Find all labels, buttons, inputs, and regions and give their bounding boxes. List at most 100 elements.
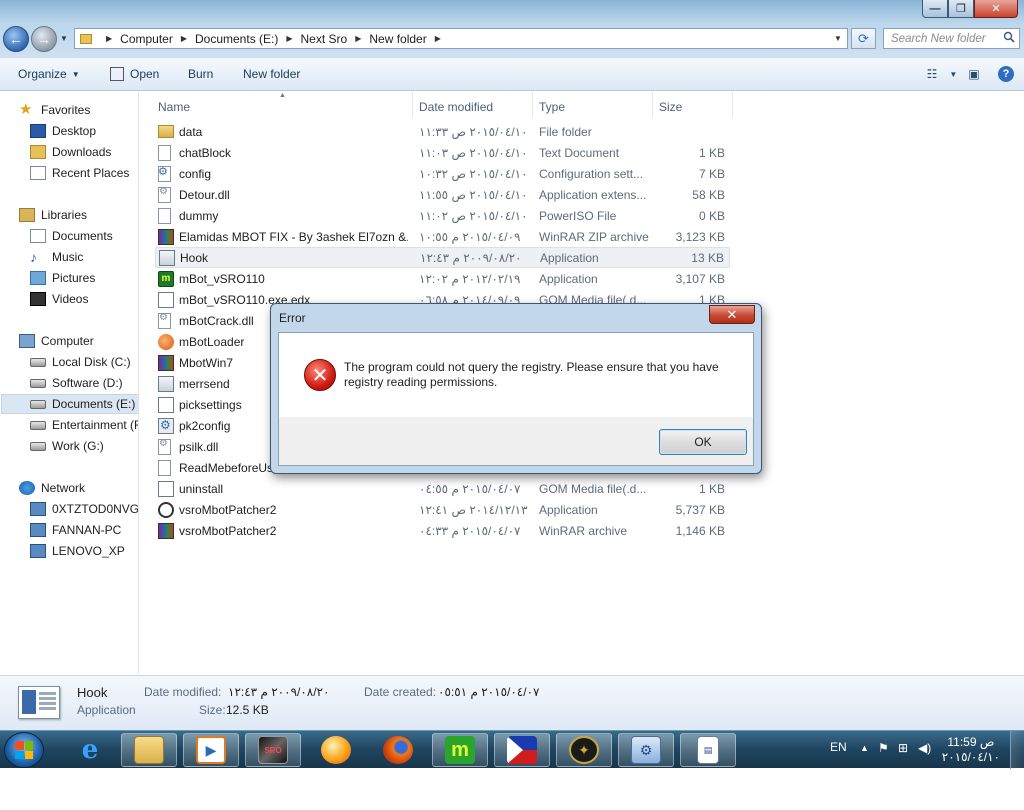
breadcrumb-new-folder[interactable]: New folder ▶ bbox=[369, 32, 449, 46]
file-row[interactable]: config ٢٠١٥/٠٤/١٠ ص ١٠:٣٢ Configuration se… bbox=[155, 163, 730, 184]
nav-network-pc-3[interactable]: LENOVO_XP bbox=[30, 541, 125, 561]
nav-documents[interactable]: Documents bbox=[30, 226, 113, 246]
file-date: ٢٠١٥/٠٤/١٠ ص ١٠:٣٢ bbox=[419, 166, 528, 181]
network-globe-icon bbox=[19, 481, 35, 495]
taskbar-media-player[interactable]: ▶ bbox=[183, 733, 239, 767]
taskbar-notepad-doc[interactable]: ▤ bbox=[680, 733, 736, 767]
close-window-button[interactable]: ✕ bbox=[974, 0, 1018, 18]
search-input[interactable]: Search New folder bbox=[883, 28, 1020, 49]
nav-network-pc-1[interactable]: 0XTZTOD0NVGP bbox=[30, 499, 138, 519]
taskbar-firefox[interactable] bbox=[370, 733, 426, 767]
file-row[interactable]: chatBlock ٢٠١٥/٠٤/١٠ ص ١١:٠٣ Text Document… bbox=[155, 142, 730, 163]
column-divider[interactable] bbox=[652, 92, 653, 118]
nav-drive-g[interactable]: Work (G:) bbox=[30, 436, 104, 456]
gom-file-icon bbox=[158, 480, 174, 497]
nav-drive-d[interactable]: Software (D:) bbox=[30, 373, 123, 393]
file-name-cell: chatBlock bbox=[158, 144, 408, 161]
nav-computer[interactable]: Computer bbox=[19, 331, 94, 351]
nav-pictures[interactable]: Pictures bbox=[30, 268, 95, 288]
nav-drive-f[interactable]: Entertainment (F bbox=[30, 415, 138, 435]
taskbar-flag-app[interactable] bbox=[494, 733, 550, 767]
new-folder-button[interactable]: New folder bbox=[243, 67, 300, 81]
start-button[interactable] bbox=[4, 732, 44, 768]
nav-label: Videos bbox=[52, 292, 89, 306]
file-row[interactable]: uninstall ٢٠١٥/٠٤/٠٧ م ٠٤:٥٥ GOM Media fil… bbox=[155, 478, 730, 499]
taskbar-game-sro[interactable]: SRO bbox=[245, 733, 301, 767]
file-row[interactable]: vsroMbotPatcher2 ٢٠١٤/١٢/١٣ ص ١٢:٤١ Applic… bbox=[155, 499, 730, 520]
nav-drive-c[interactable]: Local Disk (C:) bbox=[30, 352, 131, 372]
file-row[interactable]: data ٢٠١٥/٠٤/١٠ ص ١١:٣٣ File folder bbox=[155, 121, 730, 142]
file-name: Elamidas MBOT FIX - By 3ashek El7ozn &..… bbox=[179, 229, 408, 244]
breadcrumb-next-sro[interactable]: Next Sro ▶ bbox=[301, 32, 370, 46]
file-name-cell: Hook bbox=[159, 249, 409, 266]
ok-button[interactable]: OK bbox=[659, 429, 747, 455]
column-divider[interactable] bbox=[732, 92, 733, 118]
taskbar-windows-explorer[interactable] bbox=[121, 733, 177, 767]
taskbar-internet-explorer[interactable]: e bbox=[62, 733, 118, 767]
burn-button[interactable]: Burn bbox=[188, 67, 213, 81]
recent-pages-dropdown[interactable]: ▼ bbox=[60, 34, 68, 43]
address-separator-root[interactable]: ▶ bbox=[98, 34, 120, 43]
column-header-size[interactable]: Size bbox=[659, 97, 682, 117]
chevron-down-icon: ▼ bbox=[949, 69, 958, 79]
open-button[interactable]: Open bbox=[110, 67, 159, 81]
maximize-button[interactable]: ❐ bbox=[948, 0, 974, 18]
file-size: 0 KB bbox=[698, 208, 725, 223]
nav-desktop[interactable]: Desktop bbox=[30, 121, 96, 141]
file-row[interactable]: Detour.dll ٢٠١٥/٠٤/١٠ ص ١١:٥٥ Application … bbox=[155, 184, 730, 205]
nav-label: Local Disk (C:) bbox=[52, 355, 131, 369]
volume-icon[interactable]: ◀) bbox=[918, 741, 931, 755]
file-row[interactable]: Elamidas MBOT FIX - By 3ashek El7ozn &..… bbox=[155, 226, 730, 247]
preview-pane-button[interactable]: ▣ bbox=[966, 67, 982, 81]
taskbar-orange-app[interactable] bbox=[308, 733, 364, 767]
breadcrumb-documents-e[interactable]: Documents (E:) ▶ bbox=[195, 32, 301, 46]
config-file-icon bbox=[158, 165, 171, 182]
file-row-selected[interactable]: Hook ٢٠٠٩/٠٨/٢٠ م ١٢:٤٣ Application 13 KB bbox=[155, 247, 730, 268]
language-indicator[interactable]: EN bbox=[830, 740, 847, 754]
address-bar[interactable]: ▶ Computer ▶ Documents (E:) ▶ Next Sro ▶ Ne… bbox=[74, 28, 848, 49]
column-divider[interactable] bbox=[412, 92, 413, 118]
change-view-button[interactable]: ☷ ▼ bbox=[927, 67, 958, 81]
refresh-button[interactable]: ⟳ bbox=[851, 28, 876, 49]
clock[interactable]: 11:59 ص ٢٠١٥/٠٤/١٠ bbox=[942, 735, 1000, 765]
music-note-icon: ♪ bbox=[30, 249, 37, 265]
network-icon[interactable]: ⊞ bbox=[898, 741, 908, 755]
taskbar-control-panel[interactable]: ⚙ bbox=[618, 733, 674, 767]
file-name: mBotCrack.dll bbox=[179, 313, 254, 328]
forward-button[interactable]: → bbox=[31, 26, 57, 52]
column-divider[interactable] bbox=[532, 92, 533, 118]
nav-videos[interactable]: Videos bbox=[30, 289, 88, 309]
nav-favorites[interactable]: ★ Favorites bbox=[19, 100, 90, 120]
file-row[interactable]: m mBot_vSRO110 ٢٠١٢/٠٢/١٩ م ١٢:٠٢ Applicati… bbox=[155, 268, 730, 289]
file-row[interactable]: vsroMbotPatcher2 ٢٠١٥/٠٤/٠٧ م ٠٤:٣٣ WinRAR… bbox=[155, 520, 730, 541]
action-center-flag-icon[interactable]: ⚑ bbox=[878, 741, 889, 755]
address-history-dropdown[interactable]: ▼ bbox=[829, 34, 847, 43]
nav-downloads[interactable]: Downloads bbox=[30, 142, 111, 162]
nav-recent-places[interactable]: Recent Places bbox=[30, 163, 129, 183]
windows-logo-icon bbox=[15, 741, 33, 759]
breadcrumb-computer[interactable]: Computer ▶ bbox=[120, 32, 195, 46]
show-desktop-button[interactable] bbox=[1010, 731, 1024, 769]
column-header-date[interactable]: Date modified bbox=[419, 97, 493, 117]
nav-drive-e[interactable]: Documents (E:) bbox=[1, 394, 138, 414]
file-name: uninstall bbox=[179, 481, 224, 496]
file-row[interactable]: dummy ٢٠١٥/٠٤/١٠ ص ١١:٠٢ PowerISO File 0 KB bbox=[155, 205, 730, 226]
file-size: 7 KB bbox=[698, 166, 725, 181]
nav-network-pc-2[interactable]: FANNAN-PC bbox=[30, 520, 121, 540]
libraries-icon bbox=[19, 208, 35, 222]
organize-button[interactable]: Organize ▼ bbox=[18, 67, 80, 81]
help-button[interactable]: ? bbox=[998, 66, 1014, 82]
column-header-name[interactable]: Name bbox=[158, 97, 190, 117]
taskbar-mbot[interactable]: m bbox=[432, 733, 488, 767]
minimize-button[interactable]: — bbox=[922, 0, 948, 18]
nav-libraries[interactable]: Libraries bbox=[19, 205, 87, 225]
text-document-icon bbox=[158, 144, 171, 161]
column-header-type[interactable]: Type bbox=[539, 97, 565, 117]
show-hidden-icons-icon[interactable]: ▲ bbox=[860, 743, 869, 753]
taskbar-compass-app[interactable]: ✦ bbox=[556, 733, 612, 767]
nav-network[interactable]: Network bbox=[19, 478, 85, 498]
dialog-close-button[interactable]: ✕ bbox=[709, 305, 755, 324]
back-button[interactable]: ← bbox=[3, 26, 29, 52]
error-dialog: Error ✕ ✕ The program could not query th… bbox=[270, 303, 762, 474]
nav-music[interactable]: ♪ Music bbox=[30, 247, 83, 267]
